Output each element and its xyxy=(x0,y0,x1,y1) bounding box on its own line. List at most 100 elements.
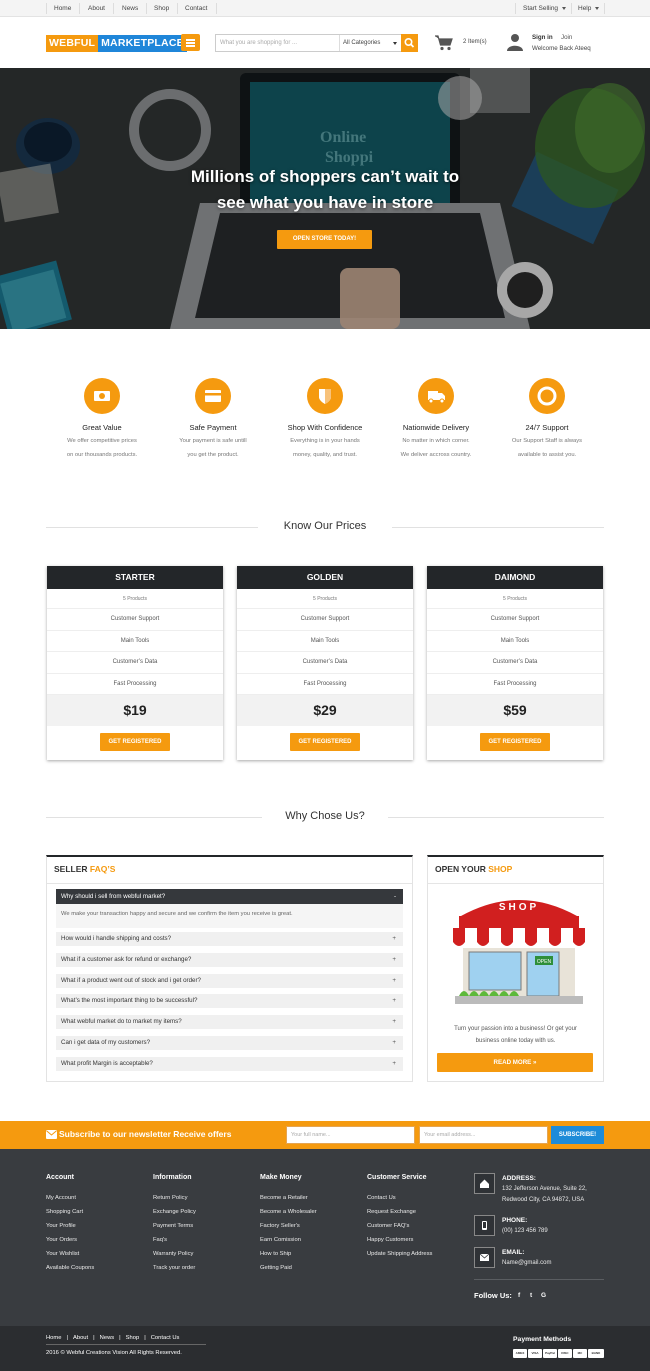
footer-link[interactable]: Shopping Cart xyxy=(46,1209,94,1223)
get-registered-button[interactable]: GET REGISTERED xyxy=(480,733,550,751)
shop-title-b: SHOP xyxy=(488,864,513,874)
footer-link[interactable]: Faq's xyxy=(153,1237,196,1251)
bottom-link-contact[interactable]: Contact Us xyxy=(151,1335,180,1341)
open-store-button[interactable]: OPEN STORE TODAY! xyxy=(277,230,372,249)
twitter-icon[interactable]: t xyxy=(530,1292,532,1299)
faq-question: Why should i sell from webful market? xyxy=(61,893,166,900)
footer-service-column: Customer Service Contact Us Request Exch… xyxy=(367,1174,432,1265)
footer-link[interactable]: Return Policy xyxy=(153,1195,196,1209)
bottom-link-home[interactable]: Home xyxy=(46,1335,61,1341)
faq-item[interactable]: What webful market do to market my items… xyxy=(56,1015,403,1029)
footer-link[interactable]: How to Ship xyxy=(260,1251,317,1265)
faq-item[interactable]: Can i get data of my customers? + xyxy=(56,1036,403,1050)
top-link-home[interactable]: Home xyxy=(54,5,71,12)
read-more-button[interactable]: READ MORE » xyxy=(437,1053,593,1072)
plan-feature: Customer’s Data xyxy=(237,652,413,674)
join-link[interactable]: Join xyxy=(561,34,572,41)
newsletter-bar: Subscribe to our newsletter Receive offe… xyxy=(0,1121,650,1149)
footer-link[interactable]: Request Exchange xyxy=(367,1209,432,1223)
footer-link[interactable]: Available Coupons xyxy=(46,1265,94,1279)
footer-link[interactable]: Become a Retailer xyxy=(260,1195,317,1209)
footer-link[interactable]: Track your order xyxy=(153,1265,196,1279)
footer-link[interactable]: Happy Customers xyxy=(367,1237,432,1251)
newsletter-name-input[interactable]: Your full name... xyxy=(286,1126,415,1144)
footer-link[interactable]: Warranty Policy xyxy=(153,1251,196,1265)
plan-feature: Customer’s Data xyxy=(47,652,223,674)
feature-line-2: money, quality, and trust. xyxy=(293,451,357,458)
top-link-contact[interactable]: Contact xyxy=(185,5,207,12)
help-dropdown[interactable]: Help xyxy=(578,5,600,12)
feature-text: No matter in which corner. We deliver acc… xyxy=(384,435,488,462)
welcome-text: Welcome Back Ateeq xyxy=(532,45,591,52)
collapse-icon: - xyxy=(393,893,396,900)
footer-link[interactable]: Payment Terms xyxy=(153,1223,196,1237)
bottom-link-news[interactable]: News xyxy=(100,1335,115,1341)
get-registered-button[interactable]: GET REGISTERED xyxy=(100,733,170,751)
newsletter-email-input[interactable]: Your email address... xyxy=(419,1126,548,1144)
expand-icon: + xyxy=(392,1060,396,1067)
menu-button[interactable] xyxy=(181,34,200,51)
hero-headline-line-2: see what you have in store xyxy=(216,193,434,212)
footer-link[interactable]: My Account xyxy=(46,1195,94,1209)
top-bar: Home About News Shop Contact Start Selli… xyxy=(0,0,650,17)
footer-link[interactable]: Earn Comission xyxy=(260,1237,317,1251)
top-link-about[interactable]: About xyxy=(88,5,105,12)
cart-icon[interactable] xyxy=(434,35,454,51)
email-address[interactable]: Name@gmail.com xyxy=(502,1260,551,1266)
footer-link[interactable]: Exchange Policy xyxy=(153,1209,196,1223)
feature-text: Our Support Staff is always available to … xyxy=(495,435,599,462)
footer-link[interactable]: Become a Wholesaler xyxy=(260,1209,317,1223)
follow-us-label: Follow Us: xyxy=(474,1291,512,1300)
bottom-link-about[interactable]: About xyxy=(73,1335,88,1341)
faq-answer: We make your transaction happy and secur… xyxy=(56,904,403,928)
faq-question: How would i handle shipping and costs? xyxy=(61,935,172,942)
feature-nationwide-delivery: Nationwide Delivery No matter in which c… xyxy=(384,378,488,462)
hamburger-icon xyxy=(186,39,195,41)
contact-email: EMAIL: Name@gmail.com xyxy=(502,1247,551,1269)
logo[interactable]: WEBFUL MARKETPLACE xyxy=(46,35,187,52)
footer-link[interactable]: Your Profile xyxy=(46,1223,94,1237)
shop-text-line-1: Turn your passion into a business! Or ge… xyxy=(454,1026,577,1032)
logo-part-2: MARKETPLACE xyxy=(98,35,187,52)
category-select[interactable]: All Categories xyxy=(339,35,401,51)
footer-column-title: Make Money xyxy=(260,1174,302,1181)
faq-item[interactable]: How would i handle shipping and costs? + xyxy=(56,932,403,946)
faq-item-open[interactable]: Why should i sell from webful market? - xyxy=(56,889,403,904)
footer-column-title: Customer Service xyxy=(367,1174,427,1181)
footer-link[interactable]: Your Wishlist xyxy=(46,1251,94,1265)
plan-products: 5 Products xyxy=(427,589,603,609)
footer-link[interactable]: Getting Paid xyxy=(260,1265,317,1279)
divider xyxy=(47,883,412,884)
prices-section-title: Know Our Prices xyxy=(46,520,604,532)
hero-banner: Online Shoppi Millions of shoppers can’t… xyxy=(0,68,650,329)
footer-link[interactable]: Contact Us xyxy=(367,1195,432,1209)
search-input[interactable]: What you are shopping for ... xyxy=(220,40,297,46)
footer-link[interactable]: Customer FAQ's xyxy=(367,1223,432,1237)
email-label: EMAIL: xyxy=(502,1249,525,1256)
faq-item[interactable]: What if a product went out of stock and … xyxy=(56,974,403,988)
search-button[interactable] xyxy=(401,34,418,52)
get-registered-button[interactable]: GET REGISTERED xyxy=(290,733,360,751)
facebook-icon[interactable]: f xyxy=(518,1292,520,1299)
plan-feature: Customer’s Data xyxy=(427,652,603,674)
plan-name: STARTER xyxy=(47,566,223,589)
footer-link[interactable]: Update Shipping Address xyxy=(367,1251,432,1265)
top-link-news[interactable]: News xyxy=(122,5,138,12)
sign-in-link[interactable]: Sign in xyxy=(532,34,553,41)
subscribe-button[interactable]: SUBSCRIBE! xyxy=(551,1126,604,1144)
faq-question: What profit Margin is acceptable? xyxy=(61,1060,153,1067)
faq-item[interactable]: What’s the most important thing to be su… xyxy=(56,994,403,1008)
faq-item[interactable]: What profit Margin is acceptable? + xyxy=(56,1057,403,1071)
start-selling-dropdown[interactable]: Start Selling xyxy=(523,5,567,12)
bottom-link-shop[interactable]: Shop xyxy=(126,1335,140,1341)
footer-link[interactable]: Factory Seller's xyxy=(260,1223,317,1237)
cart-count[interactable]: 2 Item(s) xyxy=(463,39,487,45)
faq-question: What if a customer ask for refund or exc… xyxy=(61,956,192,963)
footer-link[interactable]: Your Orders xyxy=(46,1237,94,1251)
plan-products: 5 Products xyxy=(47,589,223,609)
footer-account-column: Account My Account Shopping Cart Your Pr… xyxy=(46,1174,94,1280)
faq-item[interactable]: What if a customer ask for refund or exc… xyxy=(56,953,403,967)
feature-line-2: available to assist you. xyxy=(517,451,577,458)
google-plus-icon[interactable]: G xyxy=(541,1292,546,1299)
top-link-shop[interactable]: Shop xyxy=(154,5,169,12)
